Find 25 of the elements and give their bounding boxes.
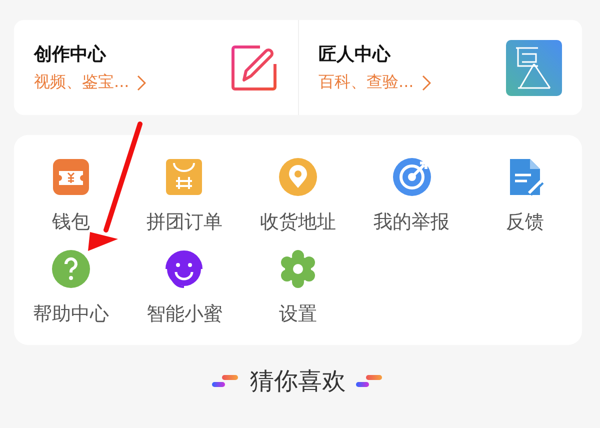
menu-item[interactable]: 钱包 (52, 209, 90, 235)
menu-item[interactable]: 我的举报 (374, 209, 450, 235)
menu-item[interactable]: 智能小蜜 (146, 301, 222, 327)
menu-item[interactable]: 帮助中心 (32, 301, 109, 327)
logo-icon (506, 40, 562, 96)
menu-item[interactable]: 收货地址 (260, 209, 336, 235)
location-pin-icon (278, 157, 318, 197)
menu-item[interactable]: 反馈 (506, 209, 544, 235)
decor-icon (212, 374, 240, 388)
smiley-headset-icon (164, 249, 204, 289)
entry-subtitle: 百科、查验... (318, 72, 414, 93)
decor-icon (356, 374, 384, 388)
pencil-square-icon (230, 44, 278, 92)
entry-title: 创作中心 (34, 43, 108, 66)
menu-item[interactable]: 拼团订单 (146, 209, 222, 235)
shopping-bag-icon (164, 157, 204, 197)
question-icon (50, 249, 91, 289)
wallet-icon (50, 157, 91, 197)
chevron-right-icon (422, 74, 431, 90)
entry-title: 匠人中心 (318, 43, 392, 66)
entry-subtitle: 视频、鉴宝... (34, 72, 130, 93)
target-icon (392, 157, 432, 197)
menu-item[interactable]: 设置 (278, 301, 317, 327)
chevron-right-icon (137, 74, 146, 90)
section-title: 猜你喜欢 (250, 366, 346, 397)
